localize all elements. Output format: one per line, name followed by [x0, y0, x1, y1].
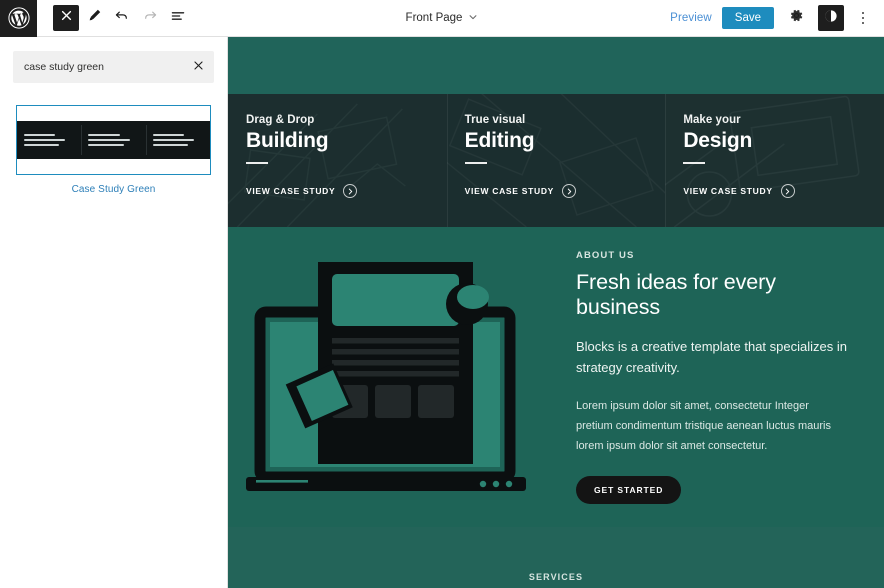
case-study-column-3[interactable]: Make your Design VIEW CASE STUDY	[665, 94, 884, 227]
redo-button[interactable]	[137, 5, 163, 31]
pattern-card-label: Case Study Green	[71, 184, 156, 195]
arrow-right-circle-icon	[343, 184, 358, 198]
header-actions-group: Preview Save	[670, 5, 884, 31]
document-title-dropdown[interactable]: Front Page	[406, 12, 479, 25]
search-box[interactable]	[13, 51, 214, 83]
preview-line	[88, 143, 124, 147]
laptop-website-illustration	[236, 252, 566, 502]
case-study-column-1[interactable]: Drag & Drop Building VIEW CASE STUDY	[228, 94, 447, 227]
wordpress-logo-button[interactable]	[0, 0, 37, 37]
about-eyebrow: ABOUT US	[576, 249, 635, 261]
patterns-sidebar: Case Study Green	[0, 37, 228, 588]
view-case-study-link-3[interactable]: VIEW CASE STUDY	[683, 184, 866, 198]
column-eyebrow: Make your	[683, 114, 741, 126]
three-dots-vertical-icon	[861, 11, 865, 15]
arrow-right-circle-icon	[562, 184, 577, 198]
column-content-1: Drag & Drop Building VIEW CASE STUDY	[246, 114, 429, 198]
editor-canvas[interactable]: Drag & Drop Building VIEW CASE STUDY Tru…	[228, 37, 884, 588]
more-options-button[interactable]	[854, 6, 872, 30]
preview-line	[152, 143, 188, 147]
preview-line	[24, 133, 56, 137]
case-study-columns-block[interactable]: Drag & Drop Building VIEW CASE STUDY Tru…	[228, 94, 884, 227]
column-rule	[246, 162, 268, 164]
view-case-study-label: VIEW CASE STUDY	[246, 186, 336, 196]
column-content-3: Make your Design VIEW CASE STUDY	[683, 114, 866, 198]
column-title: Design	[683, 129, 753, 152]
pattern-preview[interactable]	[16, 105, 211, 175]
chevron-down-icon	[468, 12, 478, 25]
arrow-right-circle-icon	[780, 184, 795, 198]
column-title: Building	[246, 129, 329, 152]
clear-search-button[interactable]	[188, 57, 208, 77]
preview-button[interactable]: Preview	[670, 12, 712, 24]
column-rule	[683, 162, 706, 164]
edit-tool-button[interactable]	[81, 5, 107, 31]
close-x-icon	[60, 9, 73, 27]
pattern-card-case-study-green[interactable]: Case Study Green	[16, 105, 211, 195]
column-content-2: True visual Editing VIEW CASE STUDY	[464, 114, 648, 198]
gear-icon	[789, 8, 804, 28]
document-title-label: Front Page	[405, 12, 463, 24]
list-view-button[interactable]	[165, 5, 191, 31]
view-case-study-label: VIEW CASE STUDY	[683, 186, 773, 196]
dot-3	[861, 21, 865, 25]
preview-line	[24, 143, 60, 147]
search-area	[0, 37, 227, 83]
save-button[interactable]: Save	[721, 7, 774, 29]
close-editor-button[interactable]	[53, 5, 79, 31]
pattern-preview-strip	[17, 121, 210, 159]
column-rule	[464, 162, 487, 164]
editor-header: Front Page Preview Save	[0, 0, 884, 37]
preview-line	[24, 138, 66, 142]
preview-line	[152, 138, 194, 142]
styles-button[interactable]	[818, 5, 844, 31]
case-study-column-2[interactable]: True visual Editing VIEW CASE STUDY	[446, 94, 666, 227]
preview-column-1	[17, 121, 81, 159]
view-case-study-link-1[interactable]: VIEW CASE STUDY	[246, 184, 429, 198]
redo-arrow-icon	[142, 8, 158, 29]
preview-column-2	[81, 121, 145, 159]
dot-2	[861, 16, 865, 20]
about-subheading: Blocks is a creative template that speci…	[576, 338, 847, 375]
preview-line	[88, 133, 120, 137]
services-block[interactable]: SERVICES	[228, 527, 884, 588]
view-case-study-label: VIEW CASE STUDY	[464, 186, 555, 196]
search-input[interactable]	[13, 61, 214, 73]
editor-window: Front Page Preview Save case study green…	[0, 0, 884, 588]
list-view-icon	[170, 8, 186, 29]
undo-arrow-icon	[114, 8, 130, 29]
settings-button[interactable]	[784, 6, 808, 30]
close-x-icon	[193, 58, 204, 76]
services-eyebrow: SERVICES	[528, 572, 584, 582]
contrast-circle-icon	[823, 8, 839, 29]
pencil-edit-icon	[87, 8, 102, 28]
preview-column-3	[145, 121, 210, 159]
about-us-block[interactable]: ABOUT US Fresh ideas for every business …	[228, 227, 884, 527]
column-eyebrow: True visual	[464, 114, 526, 126]
about-heading: Fresh ideas for every business	[576, 269, 776, 319]
canvas-top-spacer	[228, 37, 884, 94]
header-tools-group	[37, 5, 191, 31]
column-title: Editing	[464, 129, 535, 152]
about-us-text-column: ABOUT US Fresh ideas for every business …	[566, 249, 870, 505]
undo-button[interactable]	[109, 5, 135, 31]
preview-line	[152, 133, 184, 137]
view-case-study-link-2[interactable]: VIEW CASE STUDY	[465, 184, 648, 198]
column-eyebrow: Drag & Drop	[246, 114, 315, 126]
get-started-button[interactable]: GET STARTED	[576, 476, 682, 505]
wordpress-logo-icon	[7, 7, 30, 29]
about-paragraph: Lorem ipsum dolor sit amet, consectetur …	[576, 400, 831, 453]
pattern-results-list: Case Study Green	[0, 83, 227, 195]
preview-line	[88, 138, 130, 142]
